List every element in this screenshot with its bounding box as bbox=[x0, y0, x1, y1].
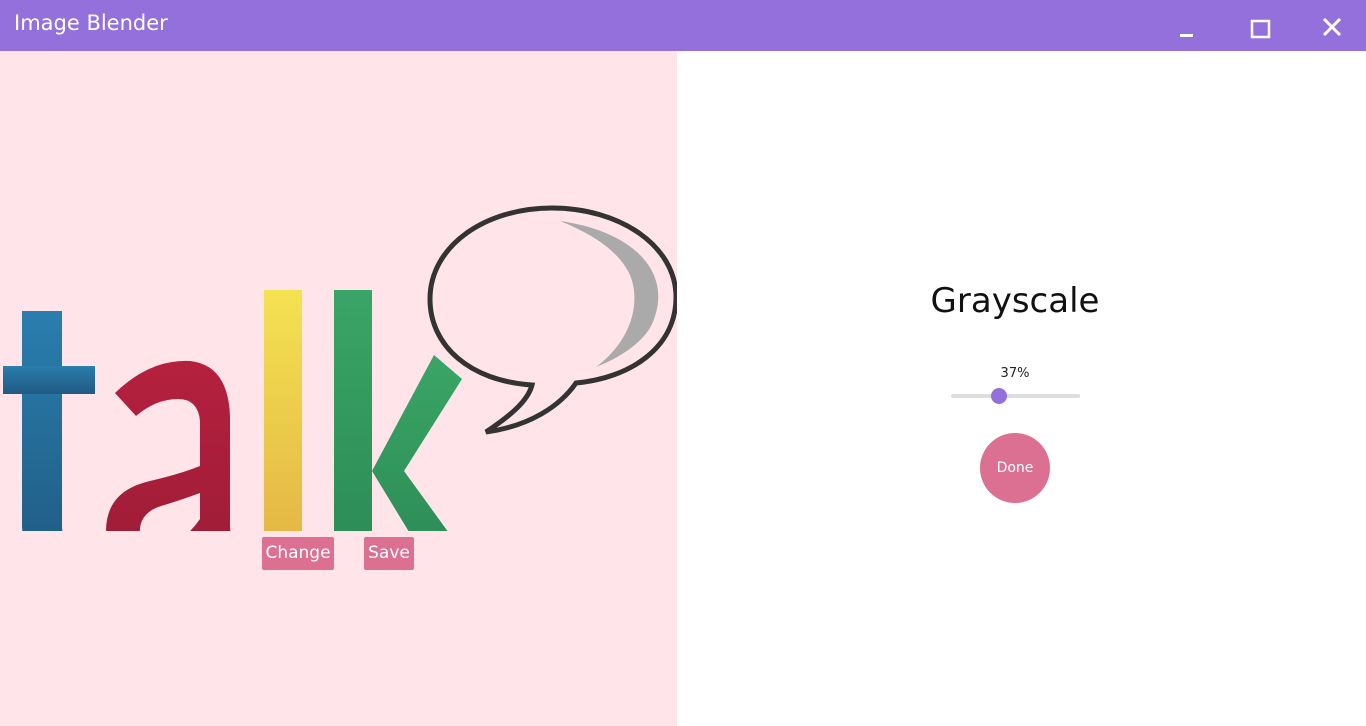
slider-value-label: 37% bbox=[1000, 366, 1030, 381]
speech-bubble-graphic bbox=[427, 205, 677, 435]
logo-letter-a bbox=[106, 360, 231, 531]
image-preview-panel: Change Save bbox=[0, 51, 677, 726]
change-button[interactable]: Change bbox=[262, 537, 334, 570]
logo-letter-l bbox=[264, 290, 302, 531]
save-button[interactable]: Save bbox=[364, 537, 414, 570]
maximize-icon bbox=[1250, 19, 1271, 39]
close-icon bbox=[1322, 17, 1342, 37]
logo-letter-t bbox=[3, 311, 95, 531]
close-button[interactable] bbox=[1310, 6, 1354, 50]
maximize-button[interactable] bbox=[1238, 6, 1282, 50]
minimize-icon bbox=[1180, 34, 1193, 37]
slider-thumb[interactable] bbox=[990, 388, 1007, 404]
slider-track[interactable] bbox=[951, 394, 1080, 398]
grayscale-slider[interactable] bbox=[951, 388, 1080, 404]
minimize-button[interactable] bbox=[1165, 6, 1209, 50]
effect-settings-panel: Grayscale 37% Done bbox=[677, 51, 1366, 726]
talk-logo-image bbox=[3, 205, 677, 531]
window-title: Image Blender bbox=[14, 11, 168, 35]
effect-title: Grayscale bbox=[930, 281, 1100, 321]
done-button[interactable]: Done bbox=[980, 433, 1050, 503]
title-bar: Image Blender bbox=[0, 0, 1366, 51]
